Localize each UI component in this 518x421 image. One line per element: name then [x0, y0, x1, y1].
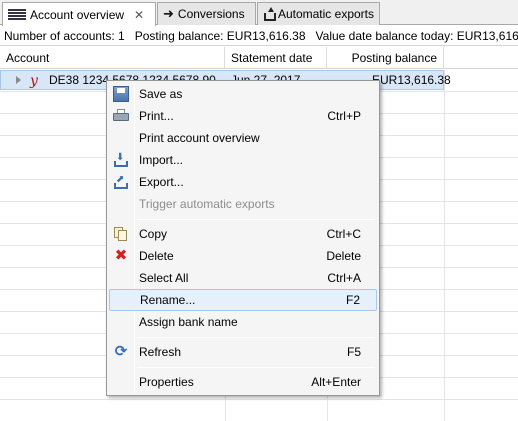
- account-icon: y: [30, 73, 38, 89]
- menu-item-print-account-overview[interactable]: Print account overview: [109, 127, 377, 149]
- tab-label: Conversions: [177, 7, 245, 21]
- summary-bar: Number of accounts: 1 Posting balance: E…: [0, 26, 518, 46]
- menu-item-label: Refresh: [139, 345, 182, 359]
- menu-item-shortcut: Ctrl+P: [327, 109, 361, 123]
- menu-item-export[interactable]: ⬈ Export...: [109, 171, 377, 193]
- menu-item-delete[interactable]: ✖ Delete Delete: [109, 245, 377, 267]
- menu-item-rename[interactable]: Rename... F2: [109, 289, 377, 311]
- tab-label: Account overview: [30, 7, 125, 22]
- menu-separator: [137, 219, 375, 220]
- export-icon: [263, 7, 276, 21]
- export-icon: ⬈: [113, 174, 129, 190]
- menu-item-shortcut: Alt+Enter: [311, 375, 361, 389]
- menu-item-properties[interactable]: Properties Alt+Enter: [109, 371, 377, 393]
- menu-item-label: Copy: [139, 227, 168, 241]
- menu-item-shortcut: Delete: [326, 249, 361, 263]
- menu-item-label: Assign bank name: [139, 315, 238, 329]
- menu-item-label: Print...: [139, 109, 174, 123]
- menu-item-trigger-automatic-exports: Trigger automatic exports: [109, 193, 377, 215]
- context-menu: Save as Print... Ctrl+P Print account ov…: [106, 80, 380, 396]
- menu-item-assign-bank-name[interactable]: Assign bank name: [109, 311, 377, 333]
- menu-item-label: Properties: [139, 375, 194, 389]
- menu-item-label: Delete: [139, 249, 174, 263]
- arrow-right-icon: ➜: [163, 6, 174, 21]
- tab-label: Automatic exports: [277, 7, 374, 21]
- menu-item-print[interactable]: Print... Ctrl+P: [109, 105, 377, 127]
- menu-item-import[interactable]: ⬇ Import...: [109, 149, 377, 171]
- column-header-statement-date[interactable]: Statement date: [225, 47, 327, 69]
- print-icon: [113, 108, 129, 124]
- tab-bar: Account overview ✕ ➜ Conversions Automat…: [0, 0, 518, 26]
- tab-account-overview[interactable]: Account overview ✕: [2, 2, 156, 26]
- delete-icon: ✖: [114, 247, 128, 264]
- menu-item-label: Save as: [139, 87, 183, 101]
- refresh-icon: ⟳: [114, 343, 128, 360]
- cell-posting-balance: EUR13,616.38: [372, 73, 451, 87]
- column-header-posting-balance[interactable]: Posting balance: [327, 47, 444, 69]
- import-icon: ⬇: [113, 152, 129, 168]
- menu-item-shortcut: F2: [345, 293, 360, 307]
- menu-item-save-as[interactable]: Save as: [109, 83, 377, 105]
- menu-separator: [137, 367, 375, 368]
- menu-item-shortcut: Ctrl+A: [327, 271, 361, 285]
- tab-automatic-exports[interactable]: Automatic exports: [257, 2, 380, 25]
- close-icon[interactable]: ✕: [134, 8, 144, 22]
- tab-conversions[interactable]: ➜ Conversions: [157, 2, 256, 25]
- menu-item-select-all[interactable]: Select All Ctrl+A: [109, 267, 377, 289]
- save-icon: [113, 86, 129, 102]
- copy-icon: [113, 226, 129, 242]
- menu-item-label: Rename...: [140, 293, 196, 307]
- posting-balance-summary: Posting balance: EUR13,616.38: [134, 28, 306, 43]
- menu-item-refresh[interactable]: ⟳ Refresh F5: [109, 341, 377, 363]
- menu-item-shortcut: F5: [346, 345, 361, 359]
- column-header-account[interactable]: Account: [0, 47, 225, 69]
- menu-item-label: Import...: [139, 153, 184, 167]
- account-count: Number of accounts: 1: [4, 28, 125, 43]
- menu-item-copy[interactable]: Copy Ctrl+C: [109, 223, 377, 245]
- value-date-balance-summary: Value date balance today: EUR13,616.38: [315, 28, 518, 43]
- menu-item-label: Select All: [139, 271, 189, 285]
- list-icon: [8, 8, 26, 21]
- menu-item-label: Print account overview: [139, 131, 260, 145]
- expand-arrow-icon[interactable]: [16, 76, 21, 84]
- menu-item-label: Export...: [139, 175, 184, 189]
- table-header: Account Statement date Posting balance: [0, 47, 518, 69]
- menu-item-label: Trigger automatic exports: [139, 197, 275, 211]
- menu-separator: [137, 337, 375, 338]
- menu-item-shortcut: Ctrl+C: [326, 227, 361, 241]
